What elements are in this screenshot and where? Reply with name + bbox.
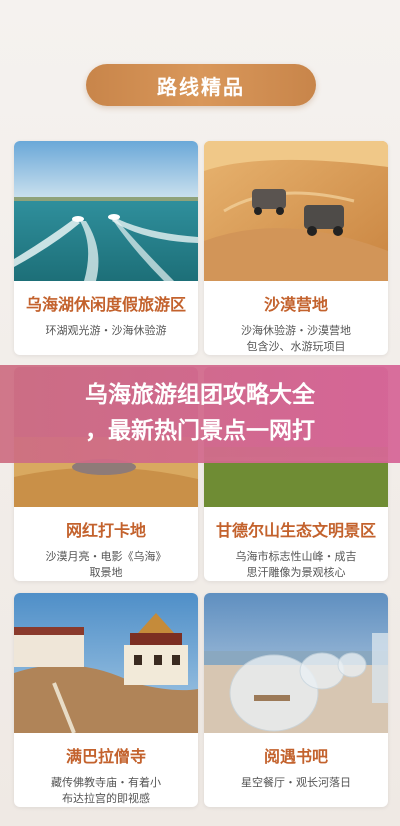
temple-photo xyxy=(14,593,198,733)
route-card-desert-camp[interactable]: 沙漠营地 沙海休验游・沙漠营地 包含沙、水游玩项目 xyxy=(204,141,388,355)
card-desc-line: 沙漠月亮・电影《乌海》 xyxy=(45,550,167,563)
card-desc: 沙漠月亮・电影《乌海》 取景地 xyxy=(14,549,198,581)
card-desc: 沙海休验游・沙漠营地 包含沙、水游玩项目 xyxy=(204,323,388,355)
card-title: 乌海湖休闲度假旅游区 xyxy=(25,295,186,314)
card-title: 甘德尔山生态文明景区 xyxy=(215,521,376,540)
card-desc: 星空餐厅・观长河落日 xyxy=(204,775,388,791)
route-card-manba-lama-temple[interactable]: 满巴拉僧寺 藏传佛教寺庙・有着小 布达拉宫的即视感 xyxy=(14,593,198,807)
card-desc-line: 思汗雕像为景观核心 xyxy=(246,566,346,579)
route-card-yueyu-bookbar[interactable]: 阅遇书吧 星空餐厅・观长河落日 xyxy=(204,593,388,807)
card-desc-line: 乌海市标志性山峰・成吉 xyxy=(235,550,357,563)
card-title: 阅遇书吧 xyxy=(263,747,328,766)
headline-banner: 乌海旅游组团攻略大全 ，最新热门景点一网打 xyxy=(0,365,400,463)
card-desc: 环湖观光游・沙海休验游 xyxy=(14,323,198,339)
card-title: 满巴拉僧寺 xyxy=(65,747,146,766)
headline-line-1: 乌海旅游组团攻略大全 xyxy=(85,382,315,408)
desert-offroad-photo xyxy=(204,141,388,281)
section-header: 路线精品 xyxy=(86,64,316,106)
card-desc-line: 环湖观光游・沙海休验游 xyxy=(45,324,167,337)
card-title: 沙漠营地 xyxy=(263,295,328,314)
card-desc: 藏传佛教寺庙・有着小 布达拉宫的即视感 xyxy=(14,775,198,807)
card-desc-line: 布达拉宫的即视感 xyxy=(62,792,150,805)
card-desc-line: 沙海休验游・沙漠营地 xyxy=(241,324,351,337)
card-desc: 乌海市标志性山峰・成吉 思汗雕像为景观核心 xyxy=(204,549,388,581)
card-desc-line: 包含沙、水游玩项目 xyxy=(246,340,346,353)
card-desc-line: 取景地 xyxy=(89,566,123,579)
lake-photo xyxy=(14,141,198,281)
card-title: 网红打卡地 xyxy=(65,521,146,540)
card-desc-line: 藏传佛教寺庙・有着小 xyxy=(51,776,161,789)
star-dome-photo xyxy=(204,593,388,733)
card-desc-line: 星空餐厅・观长河落日 xyxy=(241,776,351,789)
section-title: 路线精品 xyxy=(157,74,245,99)
route-card-wuhai-lake[interactable]: 乌海湖休闲度假旅游区 环湖观光游・沙海休验游 xyxy=(14,141,198,355)
headline-line-2: ，最新热门景点一网打 xyxy=(85,418,315,444)
